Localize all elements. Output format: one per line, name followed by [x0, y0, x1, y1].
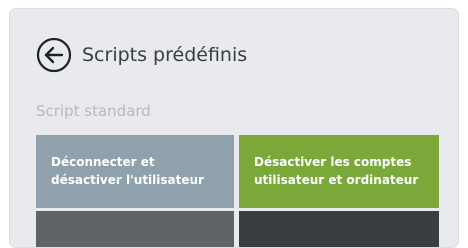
scripts-panel: Scripts prédéfinis Script standard Décon… [9, 8, 459, 248]
arrow-left-circle-icon [36, 37, 72, 73]
section-label-standard-script: Script standard [36, 102, 151, 120]
back-button[interactable] [36, 37, 72, 73]
tile-label: Désactiver les comptes utilisateur et or… [254, 155, 419, 187]
tile-label: Déconnecter et désactiver l'utilisateur [51, 155, 204, 187]
page-title: Scripts prédéfinis [82, 44, 248, 66]
tile-script-4[interactable] [239, 211, 439, 247]
tile-script-3[interactable] [36, 211, 234, 247]
tile-disable-user-computer-accounts[interactable]: Désactiver les comptes utilisateur et or… [239, 135, 439, 208]
tile-disconnect-disable-user[interactable]: Déconnecter et désactiver l'utilisateur [36, 135, 234, 208]
